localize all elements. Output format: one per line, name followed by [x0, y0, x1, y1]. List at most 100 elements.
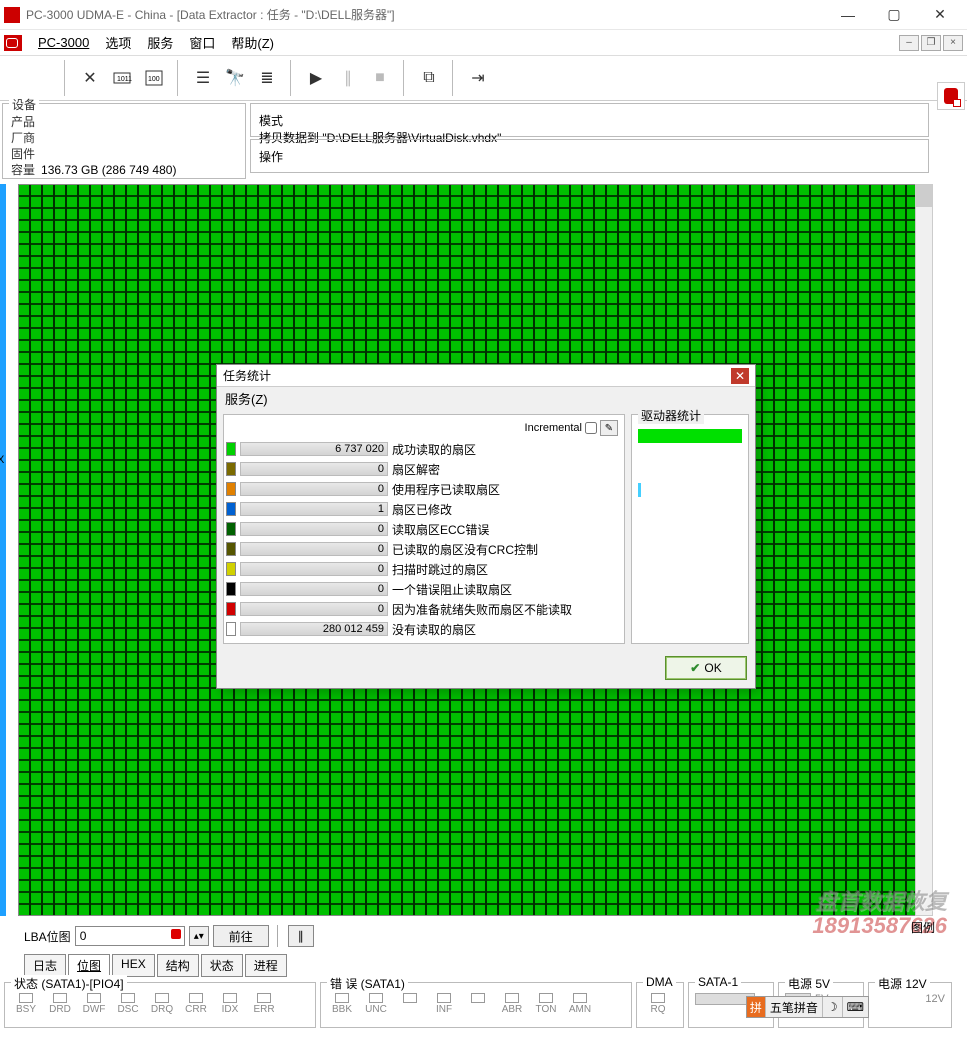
ime-moon-icon[interactable]: ☽ [822, 997, 842, 1017]
tab-hex[interactable]: HEX [112, 954, 155, 977]
vertical-scrollbar[interactable] [915, 184, 933, 916]
stat-desc: 已读取的扇区没有CRC控制 [392, 541, 538, 558]
vendor-label: 厂商 [11, 130, 35, 146]
ime-label[interactable]: 五笔拼音 [765, 997, 822, 1017]
toolbar-separator [177, 60, 180, 96]
stat-value: 1 [240, 502, 388, 516]
stat-swatch [226, 562, 236, 576]
menu-service[interactable]: 服务 [139, 31, 181, 54]
status-conn-legend: SATA-1 [695, 975, 741, 989]
menu-options[interactable]: 选项 [97, 31, 139, 54]
stat-desc: 使用程序已读取扇区 [392, 481, 500, 498]
close-button[interactable]: ✕ [917, 0, 963, 30]
left-ruler: X [0, 184, 6, 916]
dialog-close-button[interactable]: ✕ [731, 368, 749, 384]
lba-label: LBA位图 [24, 928, 71, 945]
drive-side-icon[interactable] [937, 82, 965, 110]
stat-swatch [226, 622, 236, 636]
tab-process[interactable]: 进程 [245, 954, 287, 977]
status-led: BBK [327, 993, 357, 1015]
svg-text:100: 100 [148, 76, 160, 83]
mdi-minimize-button[interactable]: – [899, 35, 919, 51]
stat-desc: 一个错误阻止读取扇区 [392, 581, 512, 598]
menu-help[interactable]: 帮助(Z) [223, 31, 282, 54]
lba-pause-button[interactable]: ∥ [288, 925, 314, 947]
mdi-restore-button[interactable]: ❐ [921, 35, 941, 51]
status-led: DRQ [147, 993, 177, 1015]
incremental-label: Incremental [525, 422, 582, 434]
tab-log[interactable]: 日志 [24, 954, 66, 977]
lba-marker-icon [171, 929, 181, 939]
stat-value: 6 737 020 [240, 442, 388, 456]
status-led: ABR [497, 993, 527, 1015]
status-led: CRR [181, 993, 211, 1015]
incremental-checkbox[interactable] [585, 422, 597, 434]
firmware-label: 固件 [11, 146, 35, 162]
toolbar: ✕ 1011 100 ☰ 🔭 ≣ ▶ ∥ ■ ⧉ ⇥ [0, 56, 967, 101]
stats-tool-icon[interactable]: ✎ [600, 420, 618, 436]
tools-icon[interactable]: ✕ [75, 63, 105, 93]
status-led: DWF [79, 993, 109, 1015]
stat-desc: 扇区已修改 [392, 501, 452, 518]
stat-swatch [226, 482, 236, 496]
stat-swatch [226, 582, 236, 596]
drive-stats-bar [638, 429, 742, 443]
dialog-title: 任务统计 [223, 367, 271, 384]
product-label: 产品 [11, 114, 35, 130]
mdi-close-button[interactable]: × [943, 35, 963, 51]
module-icon [4, 35, 22, 51]
status-led: IDX [215, 993, 245, 1015]
settings-icon[interactable]: ≣ [252, 63, 282, 93]
operation-group: 操作 [250, 139, 929, 173]
map-build-icon[interactable]: ☰ [188, 63, 218, 93]
tab-bitmap[interactable]: 位图 [68, 954, 110, 977]
exit-icon[interactable]: ⇥ [463, 63, 493, 93]
stop-icon[interactable]: ■ [365, 63, 395, 93]
device-legend: 设备 [9, 96, 39, 113]
drive-id-icon[interactable]: 1011 [107, 63, 137, 93]
stat-value: 280 012 459 [240, 622, 388, 636]
menu-bar: PC-3000 选项 服务 窗口 帮助(Z) – ❐ × [0, 30, 967, 56]
stat-row: 280 012 459 没有读取的扇区 [226, 619, 622, 639]
ok-button[interactable]: ✔OK [665, 656, 747, 680]
menu-pc3000[interactable]: PC-3000 [30, 33, 97, 52]
task-stats-dialog: 任务统计 ✕ 服务(Z) Incremental ✎ 6 737 020 成功读… [216, 364, 756, 689]
ime-keyboard-icon[interactable]: ⌨ [842, 997, 868, 1017]
menu-window[interactable]: 窗口 [181, 31, 223, 54]
drive-stats-legend: 驱动器统计 [638, 407, 704, 424]
mode-legend: 模式 [259, 112, 920, 129]
minimize-button[interactable]: — [825, 0, 871, 30]
toolbar-separator [290, 60, 293, 96]
ime-toolbar[interactable]: 拼 五笔拼音 ☽ ⌨ [746, 996, 869, 1018]
toolbar-separator [452, 60, 455, 96]
status-sata-legend: 状态 (SATA1)-[PIO4] [11, 975, 127, 992]
tab-state[interactable]: 状态 [201, 954, 243, 977]
play-icon[interactable]: ▶ [301, 63, 331, 93]
maximize-button[interactable]: ▢ [871, 0, 917, 30]
stat-swatch [226, 542, 236, 556]
stat-swatch [226, 462, 236, 476]
lba-input[interactable] [75, 926, 185, 946]
percent-icon[interactable]: 100 [139, 63, 169, 93]
stat-swatch [226, 502, 236, 516]
power12-value: 12V [875, 993, 945, 1005]
binoculars-icon[interactable]: 🔭 [220, 63, 250, 93]
stat-desc: 因为准备就绪失败而扇区不能读取 [392, 601, 572, 618]
stat-row: 1 扇区已修改 [226, 499, 622, 519]
tab-struct[interactable]: 结构 [157, 954, 199, 977]
status-led [463, 993, 493, 1015]
pause-icon[interactable]: ∥ [333, 63, 363, 93]
scrollbar-thumb[interactable] [916, 185, 932, 207]
stat-row: 0 一个错误阻止读取扇区 [226, 579, 622, 599]
stat-desc: 扇区解密 [392, 461, 440, 478]
status-error-legend: 错 误 (SATA1) [327, 975, 408, 992]
stat-desc: 没有读取的扇区 [392, 621, 476, 638]
ime-mode-icon[interactable]: 拼 [747, 997, 765, 1017]
lba-step-button[interactable]: ▴▾ [189, 926, 209, 946]
stat-swatch [226, 522, 236, 536]
stat-swatch [226, 442, 236, 456]
legend-label[interactable]: 图例 [911, 919, 935, 936]
goto-button[interactable]: 前往 [213, 925, 269, 947]
ruler-x-label: X [0, 454, 4, 466]
copy-icon[interactable]: ⧉ [414, 63, 444, 93]
